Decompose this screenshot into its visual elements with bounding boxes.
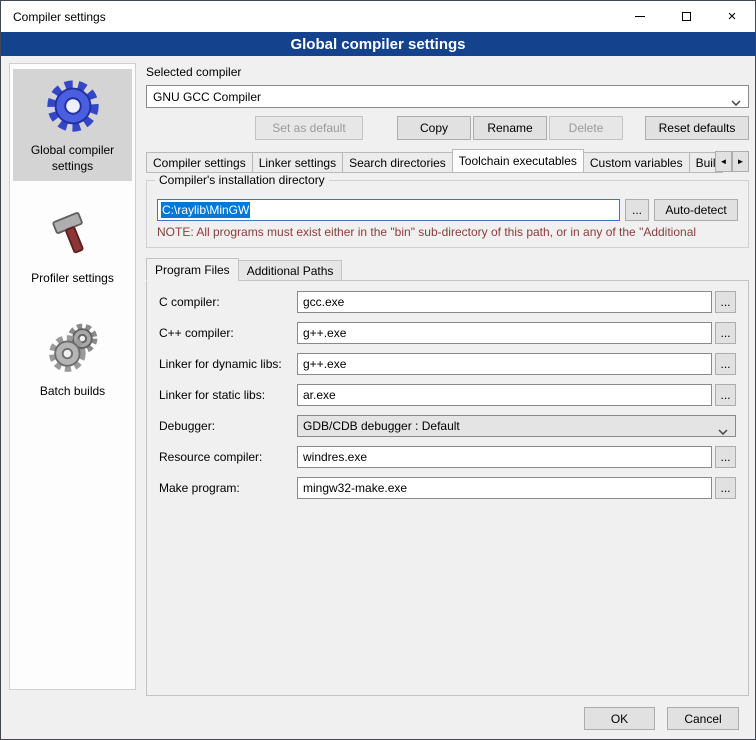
auto-detect-button[interactable]: Auto-detect <box>654 199 738 221</box>
debugger-label: Debugger: <box>159 419 297 433</box>
compiler-select[interactable]: GNU GCC Compiler <box>146 85 749 108</box>
chevron-down-icon <box>731 95 741 109</box>
make-program-value: mingw32-make.exe <box>303 481 407 495</box>
dynamic-linker-value: g++.exe <box>303 357 346 371</box>
program-files-tabbar: Program Files Additional Paths <box>146 258 749 281</box>
static-linker-input[interactable]: ar.exe <box>297 384 712 406</box>
program-files-panel: C compiler: gcc.exe ... C++ compiler: g+… <box>146 280 749 696</box>
resource-compiler-input[interactable]: windres.exe <box>297 446 712 468</box>
tab-scroll-left-button[interactable]: ◄ <box>715 151 732 172</box>
installation-directory-selected-text: C:\raylib\MinGW <box>161 202 250 218</box>
compiler-select-value: GNU GCC Compiler <box>153 90 261 104</box>
blue-gear-icon <box>41 74 105 138</box>
sidebar-item-label: Batch builds <box>15 384 130 400</box>
resource-compiler-value: windres.exe <box>303 450 367 464</box>
gray-gears-icon <box>41 315 105 379</box>
installation-directory-group: Compiler's installation directory C:\ray… <box>146 180 749 248</box>
cancel-button[interactable]: Cancel <box>667 707 739 730</box>
subtab-program-files[interactable]: Program Files <box>146 258 239 281</box>
installation-directory-group-label: Compiler's installation directory <box>155 173 329 187</box>
settings-sidebar: Global compiler settings Profiler settin… <box>9 63 136 690</box>
field-row: Resource compiler: windres.exe ... <box>159 446 736 468</box>
subtab-additional-paths[interactable]: Additional Paths <box>238 260 343 281</box>
maximize-button[interactable] <box>663 1 709 32</box>
close-button[interactable]: × <box>709 1 755 32</box>
debugger-value: GDB/CDB debugger : Default <box>303 419 460 433</box>
selected-compiler-label: Selected compiler <box>146 65 749 79</box>
cpp-compiler-label: C++ compiler: <box>159 326 297 340</box>
caption-buttons: × <box>617 1 755 32</box>
field-row: Linker for dynamic libs: g++.exe ... <box>159 353 736 375</box>
cpp-compiler-browse-button[interactable]: ... <box>715 322 736 344</box>
dynamic-linker-browse-button[interactable]: ... <box>715 353 736 375</box>
dynamic-linker-input[interactable]: g++.exe <box>297 353 712 375</box>
c-compiler-browse-button[interactable]: ... <box>715 291 736 313</box>
settings-tabbar: Compiler settings Linker settings Search… <box>146 149 749 173</box>
installation-directory-row: C:\raylib\MinGW ... Auto-detect <box>157 199 738 221</box>
resource-compiler-browse-button[interactable]: ... <box>715 446 736 468</box>
field-row: Linker for static libs: ar.exe ... <box>159 384 736 406</box>
main-content: Selected compiler GNU GCC Compiler Set a… <box>146 63 749 696</box>
resource-compiler-label: Resource compiler: <box>159 450 297 464</box>
ok-button[interactable]: OK <box>584 707 655 730</box>
page-title: Global compiler settings <box>1 32 755 56</box>
delete-button[interactable]: Delete <box>549 116 623 140</box>
sidebar-item-batch-builds[interactable]: Batch builds <box>13 310 132 407</box>
cpp-compiler-value: g++.exe <box>303 326 346 340</box>
copy-button[interactable]: Copy <box>397 116 471 140</box>
rename-button[interactable]: Rename <box>473 116 547 140</box>
maximize-icon <box>682 12 691 21</box>
tab-search-directories[interactable]: Search directories <box>342 152 453 173</box>
installation-directory-input[interactable]: C:\raylib\MinGW <box>157 199 620 221</box>
static-linker-browse-button[interactable]: ... <box>715 384 736 406</box>
c-compiler-value: gcc.exe <box>303 295 344 309</box>
field-row: C compiler: gcc.exe ... <box>159 291 736 313</box>
c-compiler-label: C compiler: <box>159 295 297 309</box>
tab-linker-settings[interactable]: Linker settings <box>252 152 343 173</box>
make-program-input[interactable]: mingw32-make.exe <box>297 477 712 499</box>
minimize-button[interactable] <box>617 1 663 32</box>
debugger-select[interactable]: GDB/CDB debugger : Default <box>297 415 736 437</box>
tab-strip: Compiler settings Linker settings Search… <box>146 149 711 173</box>
dynamic-linker-label: Linker for dynamic libs: <box>159 357 297 371</box>
chevron-down-icon <box>718 424 728 438</box>
tab-toolchain-executables[interactable]: Toolchain executables <box>452 149 584 173</box>
sidebar-item-profiler-settings[interactable]: Profiler settings <box>13 197 132 294</box>
static-linker-value: ar.exe <box>303 388 336 402</box>
sidebar-item-global-compiler-settings[interactable]: Global compiler settings <box>13 69 132 181</box>
reset-defaults-button[interactable]: Reset defaults <box>645 116 749 140</box>
sidebar-item-label: Global compiler settings <box>15 143 130 174</box>
tab-custom-variables[interactable]: Custom variables <box>583 152 690 173</box>
make-program-label: Make program: <box>159 481 297 495</box>
installation-directory-browse-button[interactable]: ... <box>625 199 649 221</box>
window-title: Compiler settings <box>13 10 106 24</box>
c-compiler-input[interactable]: gcc.exe <box>297 291 712 313</box>
compiler-actions: Set as default Copy Rename Delete Reset … <box>146 116 749 140</box>
make-program-browse-button[interactable]: ... <box>715 477 736 499</box>
static-linker-label: Linker for static libs: <box>159 388 297 402</box>
cpp-compiler-input[interactable]: g++.exe <box>297 322 712 344</box>
set-as-default-button[interactable]: Set as default <box>255 116 363 140</box>
field-row: Make program: mingw32-make.exe ... <box>159 477 736 499</box>
tab-scroll-right-button[interactable]: ► <box>732 151 749 172</box>
minimize-icon <box>635 16 645 17</box>
field-row: Debugger: GDB/CDB debugger : Default <box>159 415 736 437</box>
installation-note-text: NOTE: All programs must exist either in … <box>157 225 738 239</box>
tab-compiler-settings[interactable]: Compiler settings <box>146 152 253 173</box>
window-titlebar: Compiler settings × <box>1 1 755 32</box>
close-icon: × <box>728 9 737 24</box>
tab-scroll-buttons: ◄ ► <box>715 151 749 172</box>
field-row: C++ compiler: g++.exe ... <box>159 322 736 344</box>
profiler-hammer-icon <box>41 202 105 266</box>
sidebar-item-label: Profiler settings <box>15 271 130 287</box>
